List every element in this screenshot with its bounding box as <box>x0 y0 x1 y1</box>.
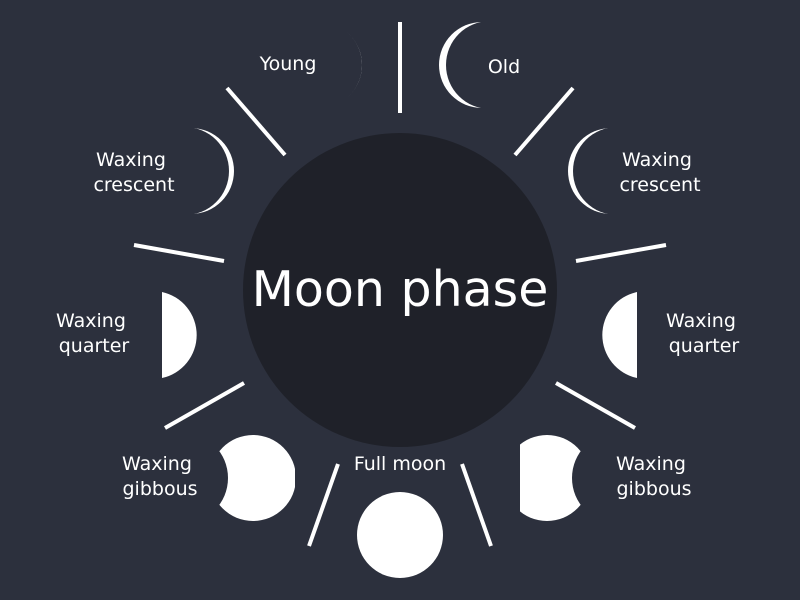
phase-label-full-moon: Full moon <box>354 453 446 475</box>
radial-line-lower-right <box>460 463 493 547</box>
waxing-crescent-left-moon-icon <box>148 128 234 214</box>
waxing-gibbous-left-moon-icon <box>210 435 296 521</box>
waxing-crescent-right-moon-icon <box>568 128 654 214</box>
radial-line-lower-left <box>307 463 340 547</box>
phase-label-waxing-quarter-left: Waxing quarter <box>56 310 132 357</box>
radial-line-upper-right <box>513 86 575 157</box>
moon-phase-diagram: Moon phase Young Old Waxing crescent Wax… <box>0 0 800 600</box>
radial-line-upper-left <box>225 86 287 157</box>
radial-line-mid-lower-left <box>164 381 245 430</box>
waxing-quarter-right-moon-icon <box>602 292 637 378</box>
phase-label-young: Young <box>259 53 317 75</box>
phase-label-waxing-quarter-right: Waxing quarter <box>666 310 742 357</box>
phase-label-waxing-gibbous-right: Waxing gibbous <box>616 453 692 500</box>
diagram-canvas: Moon phase Young Old Waxing crescent Wax… <box>56 22 742 578</box>
diagram-title: Moon phase <box>252 261 549 318</box>
full-moon-icon <box>357 492 443 578</box>
phase-label-waxing-gibbous-left: Waxing gibbous <box>122 453 198 500</box>
radial-line-mid-upper-left <box>133 243 225 263</box>
waxing-quarter-left-moon-icon <box>162 292 197 378</box>
waxing-gibbous-right-moon-icon <box>504 435 590 521</box>
radial-line-mid-lower-right <box>555 381 636 430</box>
phase-label-old: Old <box>488 56 520 78</box>
radial-line-mid-upper-right <box>575 243 667 263</box>
